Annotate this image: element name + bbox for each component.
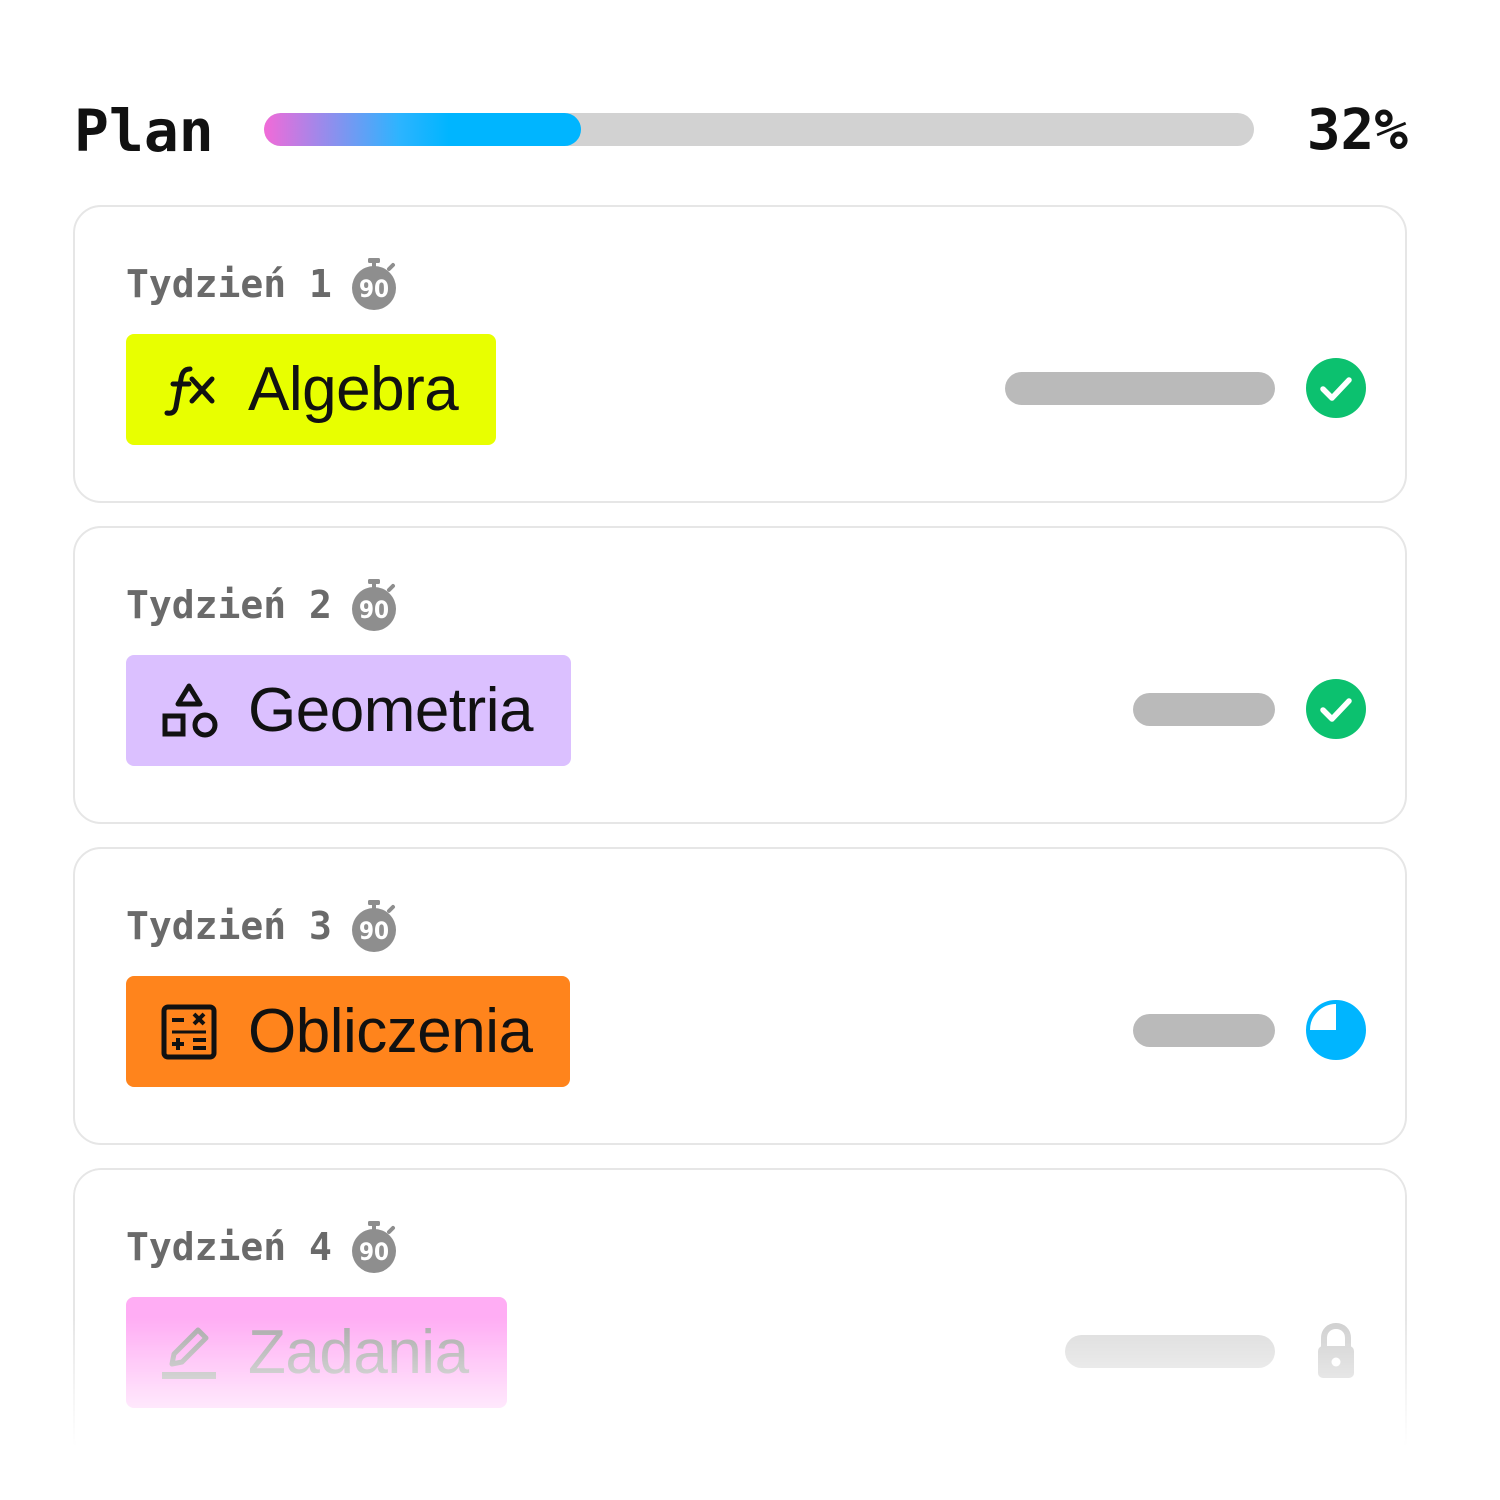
subject-chip-obliczenia[interactable]: Obliczenia	[126, 976, 571, 1087]
subject-chip-geometria[interactable]: Geometria	[126, 655, 571, 766]
plan-title: Plan	[74, 97, 214, 165]
plan-progress-fill	[264, 113, 581, 146]
check-circle-icon	[1305, 678, 1367, 740]
calculator-icon	[160, 1003, 218, 1061]
week-card-3[interactable]: Tydzień 3 90 Obliczenia	[73, 847, 1407, 1145]
plan-progress-percent: 32%	[1306, 98, 1408, 163]
week-header: Tydzień 2 90	[126, 578, 398, 632]
pencil-icon	[160, 1324, 218, 1382]
week-progress-pill	[1133, 693, 1275, 726]
week-card-1[interactable]: Tydzień 1 90 Algebra	[73, 205, 1407, 503]
week-label: Tydzień 4	[126, 1225, 332, 1269]
shapes-icon	[160, 682, 218, 740]
lock-icon	[1305, 1320, 1367, 1382]
subject-name: Geometria	[248, 676, 533, 745]
stopwatch-90-icon: 90	[350, 257, 398, 311]
week-progress-pill	[1005, 372, 1275, 405]
plan-header: Plan 32%	[74, 96, 1408, 166]
week-card-2[interactable]: Tydzień 2 90 Geometria	[73, 526, 1407, 824]
stopwatch-90-icon: 90	[350, 578, 398, 632]
check-circle-icon	[1305, 357, 1367, 419]
plan-progress-bar	[264, 113, 1254, 146]
week-label: Tydzień 3	[126, 904, 332, 948]
subject-name: Zadania	[248, 1318, 469, 1387]
subject-name: Obliczenia	[248, 997, 533, 1066]
stopwatch-text: 90	[359, 596, 389, 624]
subject-chip-zadania: Zadania	[126, 1297, 507, 1408]
function-fx-icon	[160, 361, 218, 419]
stopwatch-text: 90	[359, 1238, 389, 1266]
week-header: Tydzień 1 90	[126, 257, 398, 311]
progress-pie-icon	[1305, 999, 1367, 1061]
week-label: Tydzień 1	[126, 262, 332, 306]
week-header: Tydzień 4 90	[126, 1220, 398, 1274]
week-header: Tydzień 3 90	[126, 899, 398, 953]
subject-chip-algebra[interactable]: Algebra	[126, 334, 497, 445]
subject-name: Algebra	[248, 355, 459, 424]
stopwatch-text: 90	[359, 275, 389, 303]
stopwatch-text: 90	[359, 917, 389, 945]
week-card-4: Tydzień 4 90 Zadania	[73, 1168, 1407, 1466]
week-label: Tydzień 2	[126, 583, 332, 627]
week-progress-pill	[1133, 1014, 1275, 1047]
stopwatch-90-icon: 90	[350, 899, 398, 953]
stopwatch-90-icon: 90	[350, 1220, 398, 1274]
week-progress-pill	[1065, 1335, 1275, 1368]
